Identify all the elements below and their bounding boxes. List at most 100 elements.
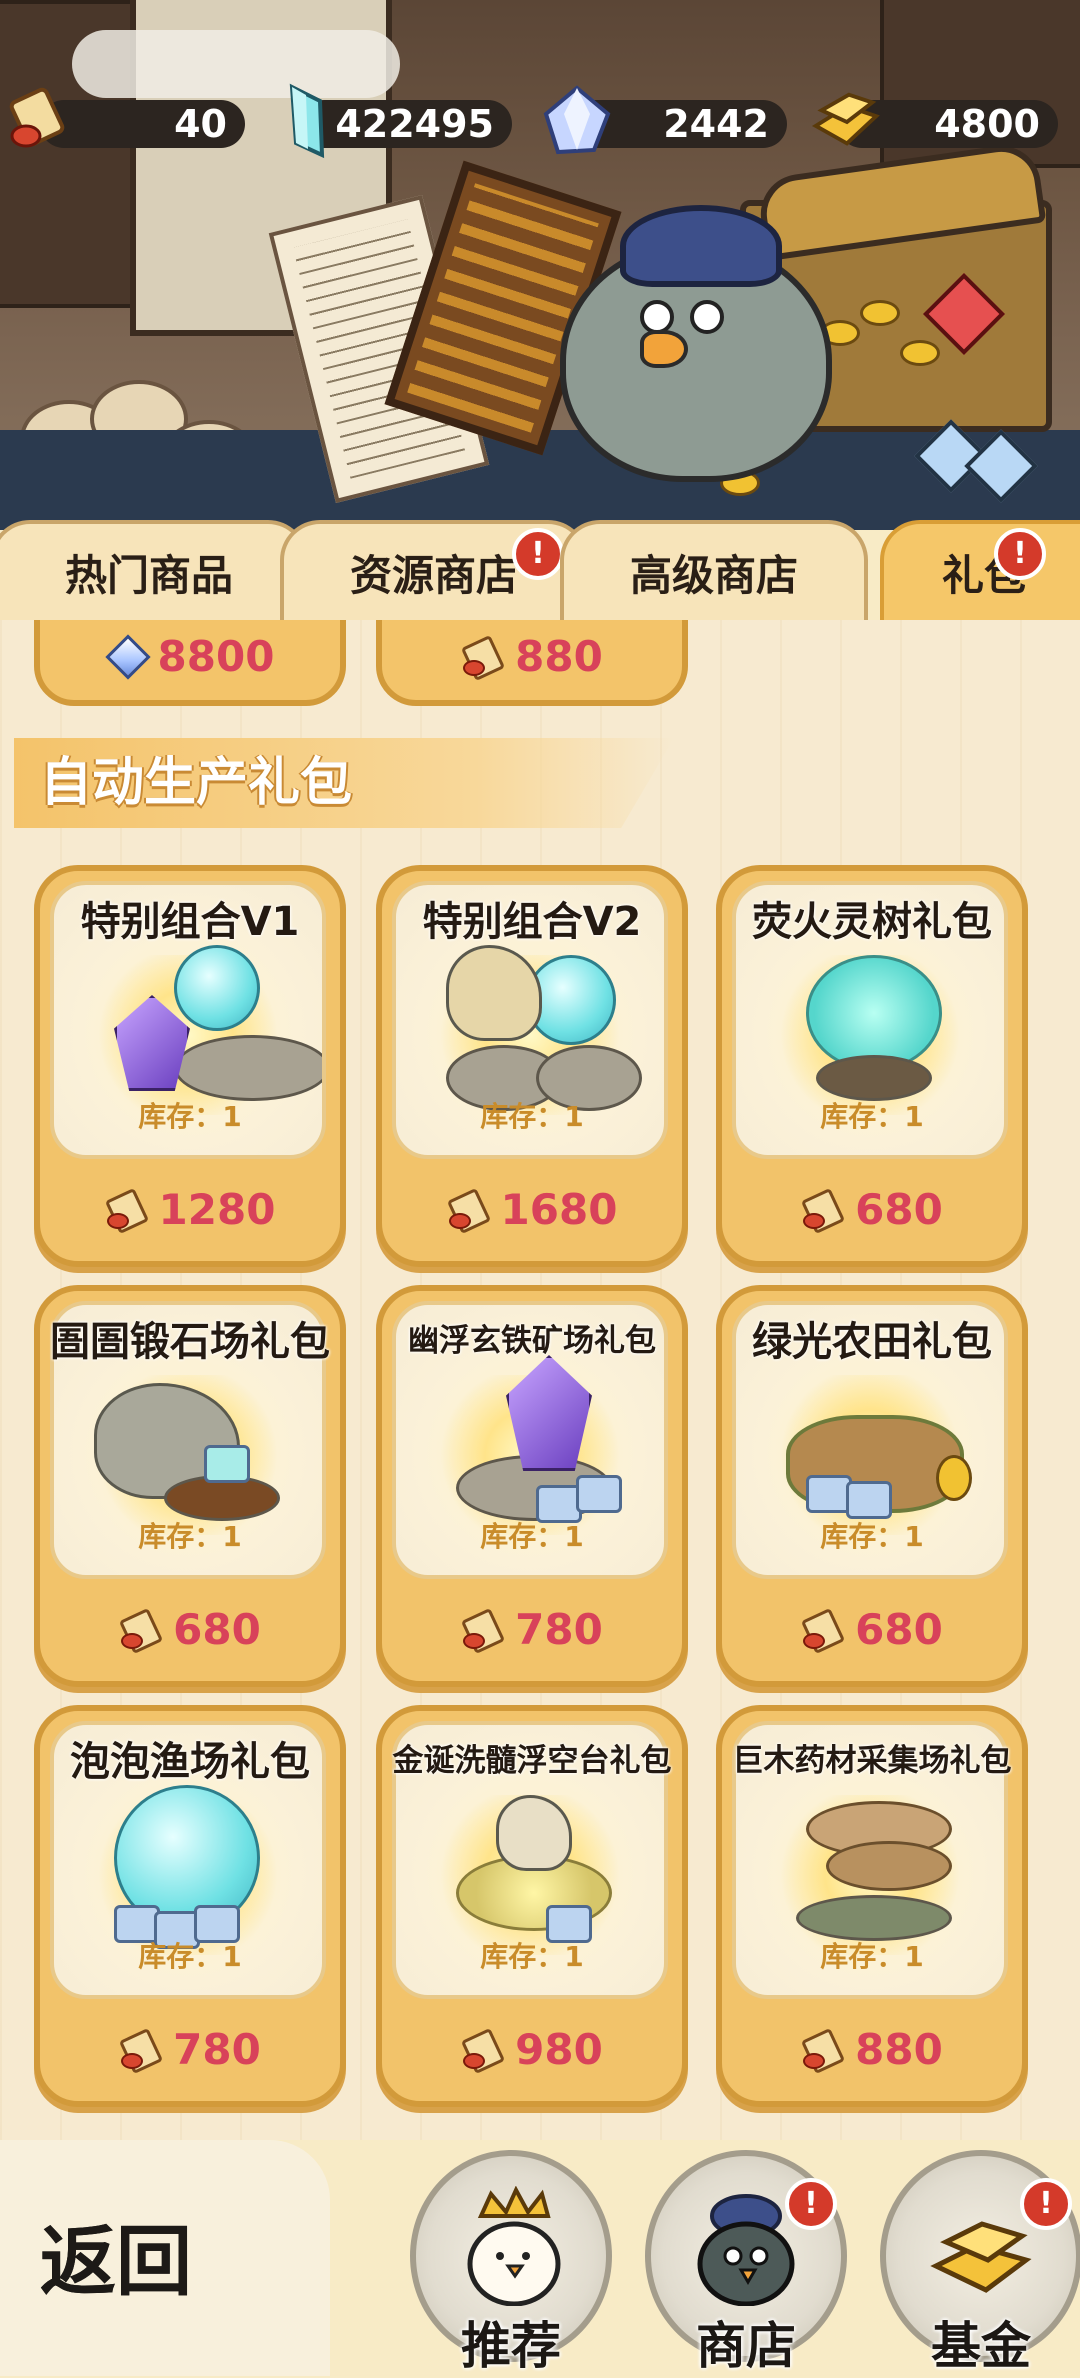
- tab-gift-packs[interactable]: 礼包 !: [880, 520, 1080, 620]
- pack-price: 680: [173, 1604, 261, 1654]
- pack-card[interactable]: 特别组合V2 库存：1 1680: [376, 865, 688, 1267]
- pack-price: 8800: [157, 631, 275, 681]
- pack-price-button[interactable]: 680: [40, 1591, 340, 1667]
- pack-name: 特别组合V1: [80, 899, 300, 945]
- pack-price-button[interactable]: 1680: [382, 1171, 682, 1247]
- pack-name: 泡泡渔场礼包: [70, 1739, 310, 1785]
- pack-price: 880: [515, 631, 603, 681]
- bottom-nav: 返回 推荐 商店 ! 基金 !: [0, 2140, 1080, 2376]
- tab-label: 热门商品: [64, 550, 233, 600]
- pack-price-button[interactable]: 8800: [34, 620, 346, 706]
- pack-stock: 库存：1: [138, 1940, 242, 1973]
- pack-price: 680: [855, 1604, 943, 1654]
- scroll-ticket-icon: [447, 1189, 487, 1229]
- nav-label: 商店: [696, 2317, 796, 2375]
- pack-price-button[interactable]: 780: [382, 1591, 682, 1667]
- pack-price: 880: [855, 2024, 943, 2074]
- merchant-hat: [620, 205, 782, 287]
- gold-ingot-icon: [808, 84, 882, 158]
- pack-name: 幽浮玄铁矿场礼包: [408, 1323, 656, 1359]
- pack-card[interactable]: 金诞洗髓浮空台礼包 库存：1 980: [376, 1705, 688, 2107]
- pack-price-button[interactable]: 980: [382, 2011, 682, 2087]
- pack-price-button[interactable]: 880: [722, 2011, 1022, 2087]
- pack-stock: 库存：1: [820, 1940, 924, 1973]
- resource-value: 2442: [663, 102, 769, 146]
- scroll-ticket-icon: [105, 1189, 145, 1229]
- nav-recommend-button[interactable]: 推荐: [410, 2150, 612, 2375]
- tab-label: 资源商店: [349, 550, 518, 600]
- gold-coin: [860, 300, 900, 326]
- resource-value: 4800: [934, 102, 1040, 146]
- nav-fund-button[interactable]: 基金 !: [880, 2150, 1080, 2375]
- back-label: 返回: [40, 2217, 192, 2306]
- tab-label: 高级商店: [629, 550, 798, 600]
- pack-price: 1280: [158, 1184, 276, 1234]
- scroll-ticket-icon: [461, 636, 501, 676]
- alert-badge-icon: !: [994, 528, 1046, 580]
- pack-price-button[interactable]: 880: [376, 620, 688, 706]
- pack-price-button[interactable]: 680: [722, 1591, 1022, 1667]
- pack-name: 荧火灵树礼包: [752, 899, 992, 945]
- pack-stock: 库存：1: [480, 1520, 584, 1553]
- pack-price: 780: [173, 2024, 261, 2074]
- pack-name: 绿光农田礼包: [752, 1319, 992, 1365]
- nav-label: 推荐: [461, 2317, 561, 2375]
- pack-price: 780: [515, 1604, 603, 1654]
- pack-card[interactable]: 圄圄锻石场礼包 库存：1 680: [34, 1285, 346, 1687]
- pack-stock: 库存：1: [820, 1520, 924, 1553]
- scroll-ticket-icon: [461, 1609, 501, 1649]
- pack-stock: 库存：1: [138, 1100, 242, 1133]
- pack-stock: 库存：1: [480, 1940, 584, 1973]
- scroll-ticket-icon: [119, 1609, 159, 1649]
- pack-price-button[interactable]: 1280: [40, 1171, 340, 1247]
- pack-card[interactable]: 泡泡渔场礼包 库存：1 780: [34, 1705, 346, 2107]
- tab-premium-shop[interactable]: 高级商店: [560, 520, 868, 620]
- resource-value: 422495: [335, 102, 494, 146]
- bird-eye: [690, 300, 724, 334]
- pack-stock: 库存：1: [480, 1100, 584, 1133]
- nav-label: 基金: [931, 2317, 1031, 2375]
- scroll-ticket-icon: [801, 2029, 841, 2069]
- blue-crystal-icon: [270, 83, 344, 159]
- gold-coin: [900, 340, 940, 366]
- pack-card[interactable]: 荧火灵树礼包 库存：1 680: [716, 865, 1028, 1267]
- pack-name: 特别组合V2: [422, 899, 642, 945]
- diamond-icon: [106, 637, 144, 675]
- pack-price: 980: [515, 2024, 603, 2074]
- pack-stock: 库存：1: [820, 1100, 924, 1133]
- alert-badge-icon: !: [1020, 2178, 1072, 2230]
- scroll-ticket-icon: [801, 1189, 841, 1229]
- shop-header-scene: [0, 0, 1080, 530]
- tab-resource-shop[interactable]: 资源商店 !: [280, 520, 588, 620]
- diamond-icon: [540, 84, 614, 158]
- alert-badge-icon: !: [785, 2178, 837, 2230]
- scroll-ticket-icon: [2, 84, 76, 158]
- bird-eye: [640, 300, 674, 334]
- pack-price-button[interactable]: 780: [40, 2011, 340, 2087]
- pack-card[interactable]: 特别组合V1 库存：1 1280: [34, 865, 346, 1267]
- pack-price: 680: [855, 1184, 943, 1234]
- scroll-ticket-icon: [461, 2029, 501, 2069]
- back-button[interactable]: 返回: [0, 2140, 330, 2376]
- gift-pack-list[interactable]: 8800 880 自动生产礼包 特别组合V1 库存：1 1280 特别组合V2: [0, 620, 1080, 2140]
- pack-price-button[interactable]: 680: [722, 1171, 1022, 1247]
- alert-badge-icon: !: [512, 528, 564, 580]
- nav-shop-button[interactable]: 商店 !: [645, 2150, 847, 2375]
- pack-name: 圄圄锻石场礼包: [50, 1319, 330, 1365]
- pack-name: 金诞洗髓浮空台礼包: [392, 1743, 672, 1779]
- pack-card[interactable]: 巨木药材采集场礼包 库存：1 880: [716, 1705, 1028, 2107]
- tab-hot-items[interactable]: 热门商品: [0, 520, 308, 620]
- pack-name: 巨木药材采集场礼包: [732, 1743, 1012, 1779]
- resource-value: 40: [174, 102, 227, 146]
- section-title: 自动生产礼包: [40, 753, 353, 813]
- pack-price: 1680: [500, 1184, 618, 1234]
- scroll-ticket-icon: [119, 2029, 159, 2069]
- player-name-bubble: [72, 30, 400, 98]
- scroll-ticket-icon: [801, 1609, 841, 1649]
- shop-tab-bar: 热门商品 资源商店 ! 高级商店 礼包 !: [0, 520, 1080, 620]
- pack-stock: 库存：1: [138, 1520, 242, 1553]
- pack-card[interactable]: 幽浮玄铁矿场礼包 库存：1 780: [376, 1285, 688, 1687]
- bird-beak: [640, 330, 688, 368]
- pack-card[interactable]: 绿光农田礼包 库存：1 680: [716, 1285, 1028, 1687]
- crowned-chick-icon: [456, 2185, 566, 2307]
